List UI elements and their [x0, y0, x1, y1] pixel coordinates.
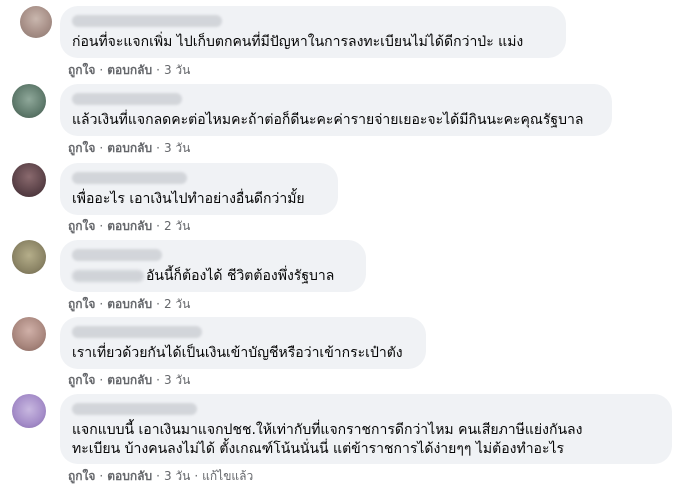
timestamp[interactable]: 3 วัน: [164, 468, 190, 484]
comment-bubble: ก่อนที่จะแจกเพิ่ม ไปเก็บตกคนที่มีปัญหาใน…: [60, 6, 566, 58]
comment-actions: ถูกใจ · ตอบกลับ · 3 วัน: [68, 62, 191, 78]
comment-actions: ถูกใจ · ตอบกลับ · 3 วัน: [68, 372, 191, 388]
author-name-redacted[interactable]: [72, 403, 197, 415]
reply-link[interactable]: ตอบกลับ: [107, 468, 152, 484]
avatar[interactable]: [12, 84, 46, 118]
reply-link[interactable]: ตอบกลับ: [107, 296, 152, 312]
timestamp[interactable]: 2 วัน: [164, 296, 190, 312]
like-link[interactable]: ถูกใจ: [68, 62, 95, 78]
author-name-redacted[interactable]: [72, 15, 222, 27]
timestamp[interactable]: 3 วัน: [164, 372, 190, 388]
comment-thread: ก่อนที่จะแจกเพิ่ม ไปเก็บตกคนที่มีปัญหาใน…: [0, 0, 700, 485]
avatar[interactable]: [12, 163, 46, 197]
comment-actions: ถูกใจ · ตอบกลับ · 2 วัน: [68, 296, 191, 312]
timestamp[interactable]: 3 วัน: [164, 140, 190, 156]
comment-text-line-1: แจกแบบนี้ เอาเงินมาแจกปชช.ให้เท่ากับที่แ…: [72, 422, 583, 438]
comment-bubble: เพื่ออะไร เอาเงินไปทำอย่างอื่นดีกว่ามั้ย: [60, 163, 338, 215]
reply-link[interactable]: ตอบกลับ: [107, 218, 152, 234]
comment-bubble: เราเที่ยวด้วยกันได้เป็นเงินเข้าบัญชีหรือ…: [60, 317, 426, 369]
comment-bubble: อันนี้ก็ต้องได้ ชีวิตต้องพึ่งรัฐบาล: [60, 240, 366, 292]
comment-text-line-2: ทะเบียน บ้างคนลงไม่ได้ ตั้งเกณฑ์โน้นนั่น…: [72, 441, 565, 457]
avatar[interactable]: [12, 240, 46, 274]
author-name-redacted[interactable]: [72, 249, 162, 261]
like-link[interactable]: ถูกใจ: [68, 218, 95, 234]
like-link[interactable]: ถูกใจ: [68, 296, 95, 312]
like-link[interactable]: ถูกใจ: [68, 372, 95, 388]
like-link[interactable]: ถูกใจ: [68, 140, 95, 156]
avatar[interactable]: [12, 394, 46, 428]
comment-text-row: อันนี้ก็ต้องได้ ชีวิตต้องพึ่งรัฐบาล: [72, 267, 354, 286]
reply-link[interactable]: ตอบกลับ: [107, 62, 152, 78]
reply-link[interactable]: ตอบกลับ: [107, 372, 152, 388]
comment-text: ก่อนที่จะแจกเพิ่ม ไปเก็บตกคนที่มีปัญหาใน…: [72, 34, 524, 50]
comment-text: เราเที่ยวด้วยกันได้เป็นเงินเข้าบัญชีหรือ…: [72, 345, 403, 361]
redacted-mention[interactable]: [72, 270, 144, 282]
comment-text: แล้วเงินที่แจกลดคะต่อไหมคะถ้าต่อก็ดีนะคะ…: [72, 112, 584, 128]
comment-text: อันนี้ก็ต้องได้ ชีวิตต้องพึ่งรัฐบาล: [146, 268, 335, 284]
author-name-redacted[interactable]: [72, 93, 182, 105]
comment-text: เพื่ออะไร เอาเงินไปทำอย่างอื่นดีกว่ามั้ย: [72, 191, 305, 207]
avatar[interactable]: [12, 317, 46, 351]
like-link[interactable]: ถูกใจ: [68, 468, 95, 484]
comment-bubble: แล้วเงินที่แจกลดคะต่อไหมคะถ้าต่อก็ดีนะคะ…: [60, 84, 612, 136]
author-name-redacted[interactable]: [72, 326, 202, 338]
comment-actions: ถูกใจ · ตอบกลับ · 3 วัน: [68, 140, 191, 156]
author-name-redacted[interactable]: [72, 172, 187, 184]
timestamp[interactable]: 2 วัน: [164, 218, 190, 234]
comment-actions: ถูกใจ · ตอบกลับ · 2 วัน: [68, 218, 191, 234]
comment-actions: ถูกใจ · ตอบกลับ · 3 วัน · แก้ไขแล้ว: [68, 468, 254, 484]
edited-label[interactable]: แก้ไขแล้ว: [202, 468, 253, 484]
comment-bubble: แจกแบบนี้ เอาเงินมาแจกปชช.ให้เท่ากับที่แ…: [60, 394, 672, 464]
reply-link[interactable]: ตอบกลับ: [107, 140, 152, 156]
avatar[interactable]: [20, 6, 52, 38]
timestamp[interactable]: 3 วัน: [164, 62, 190, 78]
